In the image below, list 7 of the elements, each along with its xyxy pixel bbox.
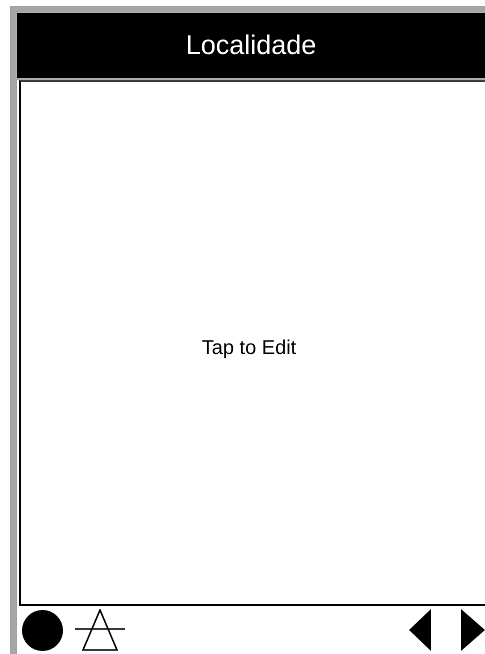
window-title: Localidade [186,32,316,59]
left-arrow-icon[interactable] [409,609,431,651]
right-arrow-icon[interactable] [461,609,485,651]
triangle-icon[interactable] [74,609,126,651]
edit-hint: Tap to Edit [202,336,296,360]
edit-area[interactable]: Tap to Edit [19,80,485,606]
circle-icon[interactable] [21,608,64,652]
